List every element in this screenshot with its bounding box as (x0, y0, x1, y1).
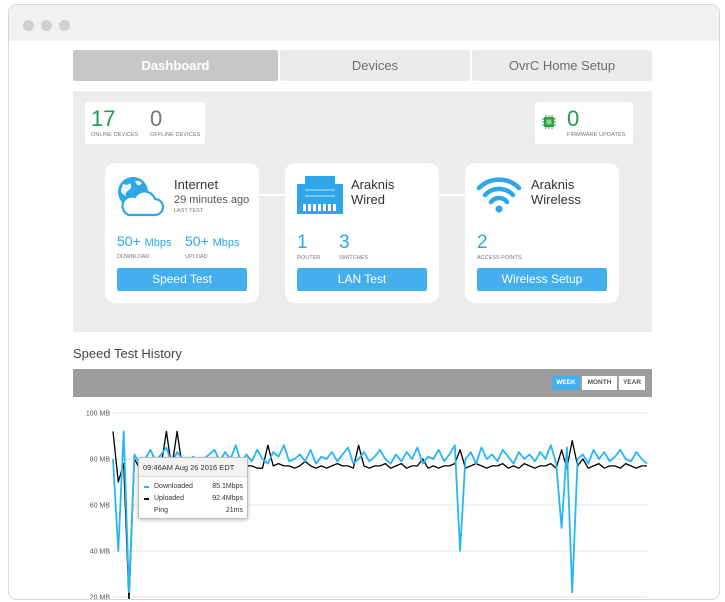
last-test-label: LAST TEST (174, 208, 204, 214)
range-month-button[interactable]: MONTH (581, 375, 618, 391)
downloaded-swatch (144, 486, 149, 488)
wired-card: Araknis Wired 1 ROUTER 3 SWITCHES LAN Te… (285, 163, 439, 303)
switch-label: SWITCHES (339, 255, 369, 261)
card-connector (259, 194, 285, 196)
wireless-title-line1: Araknis (531, 177, 575, 192)
download-unit: Mbps (144, 237, 172, 249)
online-label: ONLINE DEVICES (91, 132, 139, 138)
chart-toolbar: WEEK MONTH YEAR (73, 369, 652, 397)
firmware-count: 0 (567, 106, 580, 131)
wired-title-line1: Araknis (351, 177, 395, 192)
dashboard-panel: 17 ONLINE DEVICES 0 OFFLINE DEVICES 0 FI… (73, 91, 652, 332)
browser-window: Dashboard Devices OvrC Home Setup 17 ONL… (8, 4, 720, 600)
upload-unit: Mbps (212, 237, 240, 249)
download-value: 50+ (117, 233, 141, 249)
tab-devices[interactable]: Devices (280, 50, 470, 81)
online-count: 17 (91, 106, 116, 131)
tooltip-label: Ping (154, 507, 169, 514)
tooltip-value: 21ms (225, 507, 243, 514)
speed-test-button[interactable]: Speed Test (117, 268, 247, 291)
device-status-box[interactable]: 17 ONLINE DEVICES 0 OFFLINE DEVICES (85, 102, 205, 144)
upload-speed: 50+ Mbps (185, 233, 240, 249)
wifi-icon (475, 175, 523, 215)
router-count: 1 (297, 232, 308, 253)
y-tick-label: 80 MB (90, 457, 111, 464)
y-tick-label: 100 MB (86, 411, 110, 418)
y-tick-label: 60 MB (90, 503, 111, 510)
window-maximize-dot[interactable] (59, 20, 70, 31)
tooltip-row-ping: Ping 21ms (144, 506, 243, 516)
tooltip-row-uploaded: Uploaded 92.4Mbps (144, 494, 243, 504)
download-label: DOWNLOAD (117, 254, 150, 260)
range-year-button[interactable]: YEAR (618, 375, 646, 391)
chart-tooltip: 09:46AM Aug 26 2016 EDT Downloaded 85.1M… (138, 457, 248, 519)
tab-dashboard[interactable]: Dashboard (73, 50, 278, 81)
internet-card: Internet 29 minutes ago LAST TEST 50+ Mb… (105, 163, 259, 303)
tab-ovrc-home-setup[interactable]: OvrC Home Setup (472, 50, 652, 81)
upload-label: UPLOAD (185, 254, 208, 260)
y-tick-label: 40 MB (90, 549, 111, 556)
download-speed: 50+ Mbps (117, 233, 172, 249)
ethernet-port-icon (297, 176, 343, 214)
window-titlebar (9, 5, 719, 41)
tooltip-value: 92.4Mbps (212, 495, 243, 502)
window-close-dot[interactable] (23, 20, 34, 31)
access-point-label: ACCESS POINTS (477, 255, 522, 261)
firmware-box[interactable]: 0 FIRMWARE UPDATES (535, 102, 633, 144)
tooltip-label: Downloaded (154, 483, 193, 490)
wireless-card: Araknis Wireless 2 ACCESS POINTS Wireles… (465, 163, 619, 303)
wireless-setup-button[interactable]: Wireless Setup (477, 268, 607, 291)
router-label: ROUTER (297, 255, 321, 261)
wired-title-line2: Wired (351, 192, 385, 207)
access-point-count: 2 (477, 232, 488, 253)
globe-cloud-icon (115, 175, 165, 219)
tooltip-value: 85.1Mbps (212, 483, 243, 490)
internet-title: Internet (174, 177, 219, 192)
firmware-label: FIRMWARE UPDATES (567, 132, 626, 138)
tooltip-row-downloaded: Downloaded 85.1Mbps (144, 482, 243, 492)
lan-test-button[interactable]: LAN Test (297, 268, 427, 291)
offline-label: OFFLINE DEVICES (150, 132, 201, 138)
card-connector (439, 194, 465, 196)
upload-value: 50+ (185, 233, 209, 249)
last-test-time: 29 minutes ago (174, 194, 250, 206)
tooltip-label: Uploaded (154, 495, 184, 502)
window-minimize-dot[interactable] (41, 20, 52, 31)
tooltip-timestamp: 09:46AM Aug 26 2016 EDT (139, 458, 247, 477)
offline-count: 0 (150, 106, 163, 131)
y-tick-label: 20 MB (90, 595, 111, 601)
chip-icon (542, 115, 556, 129)
switch-count: 3 (339, 232, 350, 253)
main-tabs: Dashboard Devices OvrC Home Setup (73, 50, 652, 81)
range-week-button[interactable]: WEEK (551, 375, 581, 391)
speed-test-history-title: Speed Test History (73, 346, 182, 361)
wireless-title-line2: Wireless (531, 192, 581, 207)
uploaded-swatch (144, 498, 149, 500)
